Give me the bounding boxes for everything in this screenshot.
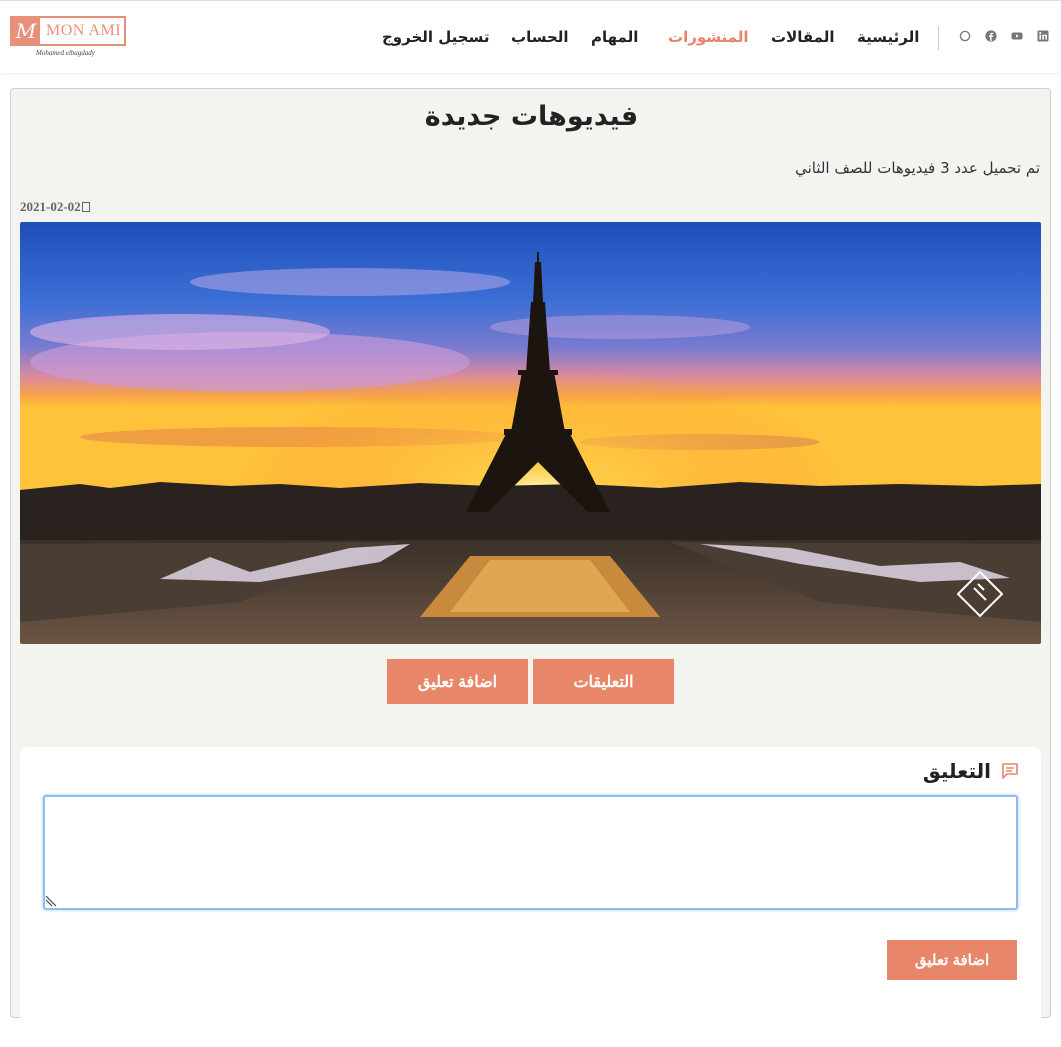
facebook-icon[interactable] bbox=[985, 30, 997, 42]
post-body: تم تحميل عدد 3 فيديوهات للصف الثاني bbox=[795, 159, 1040, 177]
youtube-icon[interactable] bbox=[1011, 30, 1023, 42]
submit-comment-button[interactable]: اضافة تعليق bbox=[887, 940, 1017, 980]
eiffel-tower-image bbox=[20, 222, 1041, 644]
comments-button[interactable]: التعليقات bbox=[533, 659, 674, 704]
post-date: 2021-02-02 bbox=[20, 199, 90, 215]
nav-item-logout[interactable]: تسجيل الخروج bbox=[382, 28, 490, 46]
nav-item-tasks[interactable]: المهام bbox=[591, 28, 638, 46]
add-comment-button[interactable]: اضافة تعليق bbox=[387, 659, 528, 704]
logo-text: MON AMI bbox=[46, 22, 122, 39]
nav-item-articles[interactable]: المقالات bbox=[771, 28, 835, 46]
linkedin-icon[interactable] bbox=[1037, 30, 1049, 42]
comment-panel: التعليق اضافة تعليق bbox=[20, 747, 1041, 1047]
whatsapp-icon[interactable] bbox=[959, 30, 971, 42]
comment-input[interactable] bbox=[43, 795, 1018, 910]
post-card: فيديوهات جديدة تم تحميل عدد 3 فيديوهات ل… bbox=[10, 88, 1051, 1047]
nav-item-home[interactable]: الرئيسية bbox=[857, 28, 919, 46]
site-logo[interactable]: M MON AMI Mohamed elbagdady bbox=[10, 16, 126, 60]
calendar-icon bbox=[81, 202, 90, 212]
post-title: فيديوهات جديدة bbox=[424, 101, 639, 132]
post-image bbox=[20, 222, 1041, 644]
logo-mark: M bbox=[12, 18, 40, 44]
post-date-text: 2021-02-02 bbox=[20, 199, 81, 214]
logo-box: M MON AMI bbox=[10, 16, 126, 46]
top-navbar: M MON AMI Mohamed elbagdady الرئيسية الم… bbox=[0, 0, 1061, 73]
resize-grip-icon[interactable] bbox=[45, 895, 57, 907]
comment-header: التعليق bbox=[923, 759, 1019, 783]
logo-subtitle: Mohamed elbagdady bbox=[36, 49, 95, 57]
nav-divider bbox=[938, 26, 939, 50]
comment-icon bbox=[1001, 762, 1019, 780]
nav-item-posts[interactable]: المنشورات bbox=[668, 28, 748, 46]
comment-title: التعليق bbox=[922, 759, 991, 783]
nav-item-account[interactable]: الحساب bbox=[511, 28, 569, 46]
